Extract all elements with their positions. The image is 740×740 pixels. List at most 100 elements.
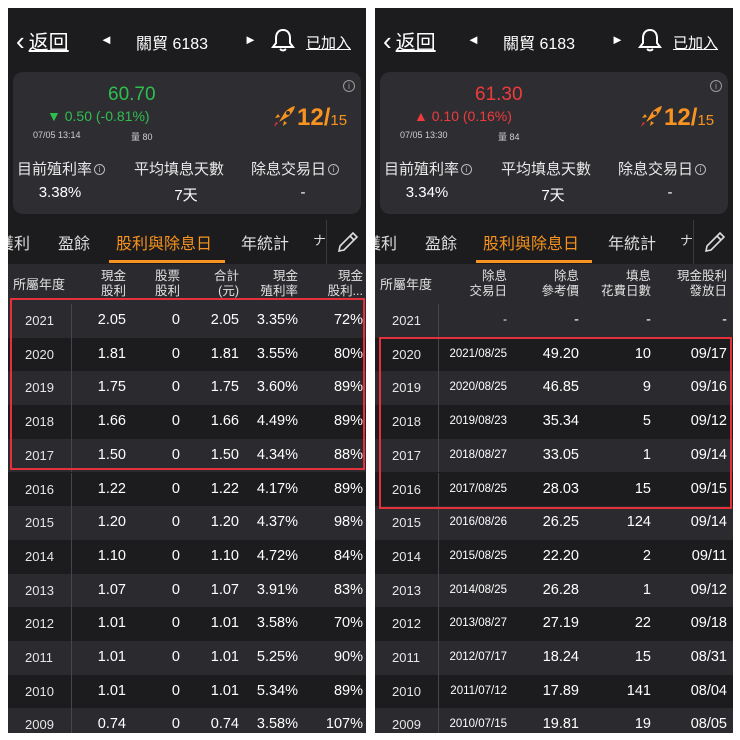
year-cell: 2009 [375, 708, 439, 733]
current-yield-label[interactable]: 目前殖利率 i [17, 158, 106, 179]
column-header-fill-days[interactable]: 填息 花費日數 [601, 269, 651, 299]
tab-earnings[interactable]: 盈餘 [58, 230, 90, 254]
table-row[interactable]: 2013 2014/08/25 26.28 1 09/12 [375, 573, 733, 608]
watchlist-added-button[interactable]: 已加入 [673, 32, 718, 53]
rank-value: 12/ [297, 104, 331, 131]
year-cell: 2018 [8, 405, 72, 439]
column-header-payout-ratio[interactable]: 現金 股利... [328, 269, 363, 299]
table-row[interactable]: 2021 2.05 0 2.05 3.35% 72% [8, 304, 366, 338]
info-icon: i [461, 164, 473, 175]
table-row[interactable]: 2015 1.20 0 1.20 4.37% 98% [8, 506, 366, 540]
table-cell: 2011/07/12 [450, 684, 507, 697]
table-row[interactable]: 2020 2021/08/25 49.20 10 09/17 [375, 337, 733, 372]
table-cell: 1.75 [97, 379, 126, 396]
table-row[interactable]: 2012 1.01 0 1.01 3.58% 70% [8, 607, 366, 641]
volume: 量 80 [131, 132, 153, 142]
header-line2: 殖利率 [260, 284, 298, 298]
tab-profit[interactable]: 獲利 [375, 230, 397, 254]
info-icon[interactable]: i [343, 80, 355, 92]
table-row[interactable]: 2014 2015/08/25 22.20 2 09/11 [375, 539, 733, 574]
next-stock-arrow[interactable]: ► [244, 32, 257, 47]
table-row[interactable]: 2018 2019/08/23 35.34 5 09/12 [375, 405, 733, 439]
header-line1: 現金 [272, 269, 298, 283]
column-header-year[interactable]: 所屬年度 [13, 277, 65, 292]
price: 60.70 [108, 84, 156, 105]
column-header-total[interactable]: 合計 (元) [214, 269, 239, 299]
next-stock-arrow[interactable]: ► [611, 32, 624, 47]
column-header-cash-yield[interactable]: 現金 殖利率 [260, 269, 298, 299]
table-row[interactable]: 2010 2011/07/12 17.89 141 08/04 [375, 674, 733, 709]
ex-dividend-date-label[interactable]: 除息交易日 i [251, 158, 340, 179]
column-header-stock-dividend[interactable]: 股票 股利 [155, 269, 180, 299]
back-button[interactable]: ‹ 返回 [383, 26, 436, 55]
tab-annual-stats[interactable]: 年統計 [241, 230, 289, 254]
table-row[interactable]: 2018 1.66 0 1.66 4.49% 89% [8, 405, 366, 439]
table-row[interactable]: 2020 1.81 0 1.81 3.55% 80% [8, 337, 366, 372]
rocket-icon [274, 106, 295, 127]
tab-more[interactable]: ナ [313, 230, 326, 249]
chevron-left-icon: ‹ [16, 25, 25, 56]
table-row[interactable]: 2013 1.07 0 1.07 3.91% 83% [8, 573, 366, 608]
year-cell: 2010 [8, 674, 72, 709]
year-cell: 2019 [375, 371, 439, 406]
year-cell: 2015 [375, 506, 439, 540]
table-cell: 5 [642, 413, 651, 430]
table-row[interactable]: 2016 1.22 0 1.22 4.17% 89% [8, 472, 366, 507]
tab-dividends[interactable]: 股利與除息日 [483, 230, 579, 254]
column-header-ex-dividend-date[interactable]: 除息 交易日 [469, 269, 507, 299]
table-row[interactable]: 2012 2013/08/27 27.19 22 09/18 [375, 607, 733, 641]
table-row[interactable]: 2019 2020/08/25 46.85 9 09/16 [375, 371, 733, 406]
tab-earnings[interactable]: 盈餘 [425, 230, 457, 254]
bell-icon[interactable] [637, 27, 663, 53]
avg-fill-days-label[interactable]: 平均填息天數 [501, 158, 591, 179]
quote-card: 60.70 ▼ 0.50 (-0.81%) 07/05 13:14 量 80 i… [13, 72, 361, 214]
table-row[interactable]: 2014 1.10 0 1.10 4.72% 84% [8, 539, 366, 574]
table-row[interactable]: 2011 2012/07/17 18.24 15 08/31 [375, 641, 733, 675]
table-cell: 89% [333, 379, 363, 396]
back-label: 返回 [395, 32, 436, 54]
back-button[interactable]: ‹ 返回 [16, 26, 69, 55]
edit-tabs-button[interactable] [693, 220, 733, 264]
watchlist-added-button[interactable]: 已加入 [306, 32, 351, 53]
prev-stock-arrow[interactable]: ◄ [467, 32, 480, 47]
price: 61.30 [475, 84, 523, 105]
table-row[interactable]: 2009 2010/07/15 19.81 19 08/05 [375, 708, 733, 733]
column-header-year[interactable]: 所屬年度 [380, 277, 432, 292]
tab-profit[interactable]: 獲利 [8, 230, 30, 254]
table-row[interactable]: 2009 0.74 0 0.74 3.58% 107% [8, 708, 366, 733]
year-cell: 2017 [375, 438, 439, 473]
table-row[interactable]: 2011 1.01 0 1.01 5.25% 90% [8, 641, 366, 675]
table-row[interactable]: 2019 1.75 0 1.75 3.60% 89% [8, 371, 366, 406]
tab-annual-stats[interactable]: 年統計 [608, 230, 656, 254]
table-row[interactable]: 2017 2018/08/27 33.05 1 09/14 [375, 438, 733, 473]
rank-total: 15 [330, 112, 348, 129]
current-yield-label[interactable]: 目前殖利率 i [384, 158, 473, 179]
info-icon[interactable]: i [710, 80, 722, 92]
tab-dividends[interactable]: 股利與除息日 [116, 230, 212, 254]
year-cell: 2013 [8, 573, 72, 608]
year-cell: 2021 [375, 304, 439, 338]
table-row[interactable]: 2017 1.50 0 1.50 4.34% 88% [8, 438, 366, 473]
ex-dividend-date-label[interactable]: 除息交易日 i [618, 158, 707, 179]
avg-fill-days-label[interactable]: 平均填息天數 [134, 158, 224, 179]
header-line1: 除息 [553, 269, 579, 283]
column-header-cash-dividend[interactable]: 現金 股利 [101, 269, 126, 299]
column-header-payment-date[interactable]: 現金股利 發放日 [677, 269, 727, 299]
rank-badge: 12/15 [664, 104, 714, 132]
edit-tabs-button[interactable] [326, 220, 366, 264]
table-cell: 84% [333, 547, 363, 564]
table-row[interactable]: 2016 2017/08/25 28.03 15 09/15 [375, 472, 733, 507]
header-line1: 合計 [213, 269, 239, 283]
header-line2: 股利... [327, 284, 363, 298]
prev-stock-arrow[interactable]: ◄ [100, 32, 113, 47]
tab-more[interactable]: ナ [680, 230, 693, 249]
volume: 量 84 [498, 132, 520, 142]
bell-icon[interactable] [270, 27, 296, 53]
column-header-reference-price[interactable]: 除息 參考價 [541, 269, 579, 299]
table-row[interactable]: 2010 1.01 0 1.01 5.34% 89% [8, 674, 366, 709]
info-icon: i [94, 164, 106, 175]
table-row[interactable]: 2021 - - - - [375, 304, 733, 338]
header-line1: 現金股利 [676, 269, 727, 283]
table-row[interactable]: 2015 2016/08/26 26.25 124 09/14 [375, 506, 733, 540]
header-line2: 交易日 [469, 284, 507, 298]
